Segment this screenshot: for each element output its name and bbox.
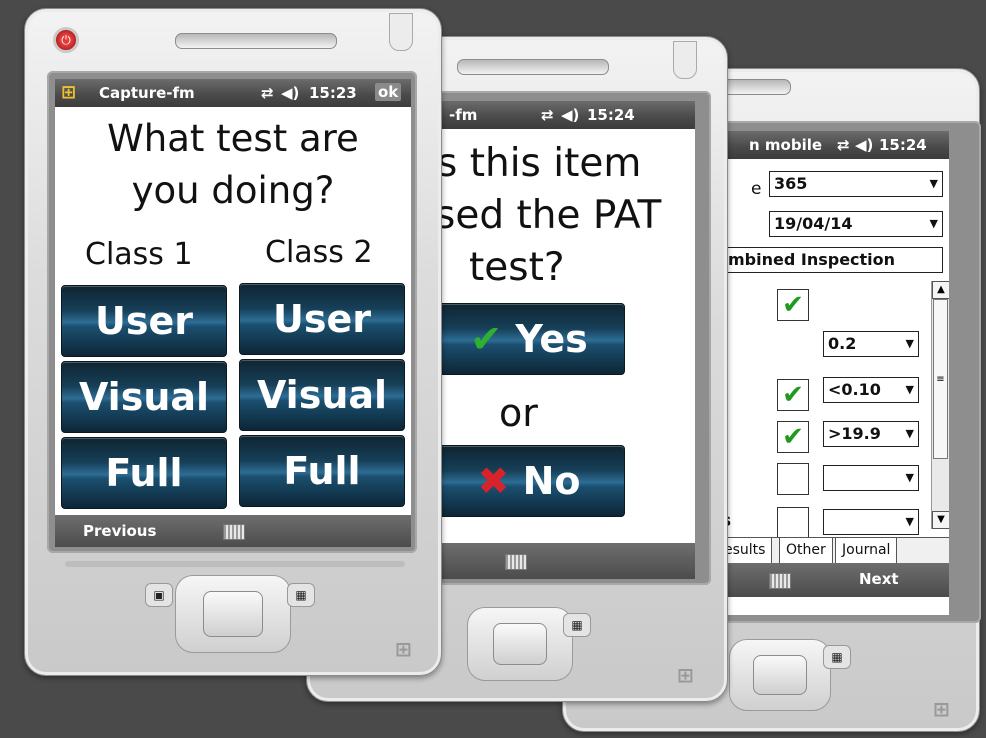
check-icon: ✔ (470, 317, 503, 361)
check-box-3[interactable]: ✔ (777, 421, 809, 453)
class-2-label: Class 2 (265, 235, 373, 270)
power-icon[interactable]: ⏻ (53, 27, 79, 53)
or-label: or (499, 391, 538, 435)
chevron-down-icon: ▼ (929, 217, 938, 230)
question-line-1: What test are (107, 117, 359, 160)
tab-journal[interactable]: Journal (835, 538, 898, 564)
no-button[interactable]: ✖ No (441, 445, 625, 517)
screen-pat-question: -fm ⇄ ◀) 15:24 s this item sed the PAT t… (441, 101, 695, 579)
vertical-scrollbar[interactable]: ▲ ≡ ▼ (931, 281, 949, 529)
question-line-2: you doing? (131, 169, 335, 212)
pda-device-front: ⏻ ⊞ Capture-fm ⇄ ◀) 15:23 ok What test a… (24, 8, 442, 676)
field-label-fragment: e (751, 179, 762, 199)
cross-icon: ✖ (477, 459, 510, 503)
clock: 15:24 (587, 106, 635, 124)
reading-select-4[interactable]: ▼ (823, 465, 919, 491)
class-1-label: Class 1 (85, 237, 193, 272)
connectivity-icon: ⇄ (541, 106, 554, 124)
keyboard-icon[interactable] (505, 554, 527, 570)
tab-other[interactable]: Other (779, 538, 833, 564)
volume-icon: ◀) (855, 136, 874, 154)
no-label: No (522, 459, 581, 503)
check-box-1[interactable]: ✔ (777, 289, 809, 321)
inspection-type-field[interactable]: mbined Inspection (721, 247, 943, 273)
keyboard-icon[interactable] (223, 524, 245, 540)
windows-start-icon[interactable]: ⊞ (61, 82, 76, 103)
reading-value-2: <0.10 (828, 380, 881, 399)
scroll-thumb[interactable]: ≡ (933, 299, 948, 459)
chevron-down-icon: ▼ (905, 427, 914, 440)
check-box-5[interactable] (777, 507, 809, 539)
app-title: -fm (449, 106, 478, 124)
reading-value-3: >19.9 (828, 424, 881, 443)
volume-icon: ◀) (561, 106, 580, 124)
class-1-visual-button[interactable]: Visual (61, 361, 227, 433)
class-2-visual-button[interactable]: Visual (239, 359, 405, 431)
windows-logo-icon: ⊞ (933, 697, 950, 721)
class-2-user-button[interactable]: User (239, 283, 405, 355)
calendar-icon[interactable]: ▦ (287, 583, 315, 607)
chevron-down-icon: ▼ (905, 383, 914, 396)
contacts-icon[interactable]: ▣ (145, 583, 173, 607)
ok-button[interactable]: ok (375, 83, 402, 101)
class-1-user-button[interactable]: User (61, 285, 227, 357)
inspection-type-value: mbined Inspection (728, 250, 896, 269)
chevron-down-icon: ▼ (905, 471, 914, 484)
app-title: Capture-fm (99, 84, 195, 102)
calendar-icon[interactable]: ▦ (823, 645, 851, 669)
scroll-down-arrow-icon[interactable]: ▼ (932, 511, 949, 529)
reading-select-2[interactable]: <0.10 ▼ (823, 377, 919, 403)
windows-logo-icon: ⊞ (395, 637, 412, 661)
check-box-2[interactable]: ✔ (777, 379, 809, 411)
reading-select-3[interactable]: >19.9 ▼ (823, 421, 919, 447)
menu-bar (441, 543, 695, 579)
chevron-down-icon: ▼ (929, 177, 938, 190)
date-value: 19/04/14 (774, 214, 853, 233)
clock: 15:23 (309, 84, 357, 102)
connectivity-icon: ⇄ (261, 84, 274, 102)
reading-select-1[interactable]: 0.2 ▼ (823, 331, 919, 357)
keyboard-icon[interactable] (769, 573, 791, 589)
question-line-2: sed the PAT (441, 193, 662, 238)
class-1-full-button[interactable]: Full (61, 437, 227, 509)
calendar-icon[interactable]: ▦ (563, 613, 591, 637)
reading-select-5[interactable]: ▼ (823, 509, 919, 535)
action-button[interactable] (493, 623, 547, 665)
title-bar: ⊞ Capture-fm ⇄ ◀) 15:23 ok (55, 79, 411, 107)
clock: 15:24 (879, 136, 927, 154)
volume-icon: ◀) (281, 84, 300, 102)
previous-softkey[interactable]: Previous (83, 522, 156, 540)
connectivity-icon: ⇄ (837, 136, 850, 154)
item-number-value: 365 (774, 174, 808, 193)
title-bar: -fm ⇄ ◀) 15:24 (441, 101, 695, 129)
yes-button[interactable]: ✔ Yes (441, 303, 625, 375)
date-select[interactable]: 19/04/14 ▼ (769, 211, 943, 237)
action-button[interactable] (203, 591, 263, 637)
class-2-full-button[interactable]: Full (239, 435, 405, 507)
speaker-grille (175, 33, 337, 49)
side-button[interactable] (673, 41, 697, 79)
check-box-4[interactable] (777, 463, 809, 495)
chevron-down-icon: ▼ (905, 337, 914, 350)
reading-value-1: 0.2 (828, 334, 857, 353)
app-title: n mobile (749, 136, 823, 154)
chevron-down-icon: ▼ (905, 515, 914, 528)
menu-bar: Previous (55, 515, 411, 547)
item-number-select[interactable]: 365 ▼ (769, 171, 943, 197)
question-line-1: s this item (441, 141, 642, 186)
scroll-up-arrow-icon[interactable]: ▲ (932, 281, 949, 299)
screen-test-selection: ⊞ Capture-fm ⇄ ◀) 15:23 ok What test are… (55, 79, 411, 547)
question-line-3: test? (469, 245, 565, 290)
speaker-grille (457, 59, 609, 75)
side-button[interactable] (389, 13, 413, 51)
action-button[interactable] (753, 655, 807, 695)
next-softkey[interactable]: Next (859, 570, 899, 588)
windows-logo-icon: ⊞ (677, 663, 694, 687)
bottom-speaker-bar (65, 561, 405, 567)
yes-label: Yes (515, 317, 588, 361)
